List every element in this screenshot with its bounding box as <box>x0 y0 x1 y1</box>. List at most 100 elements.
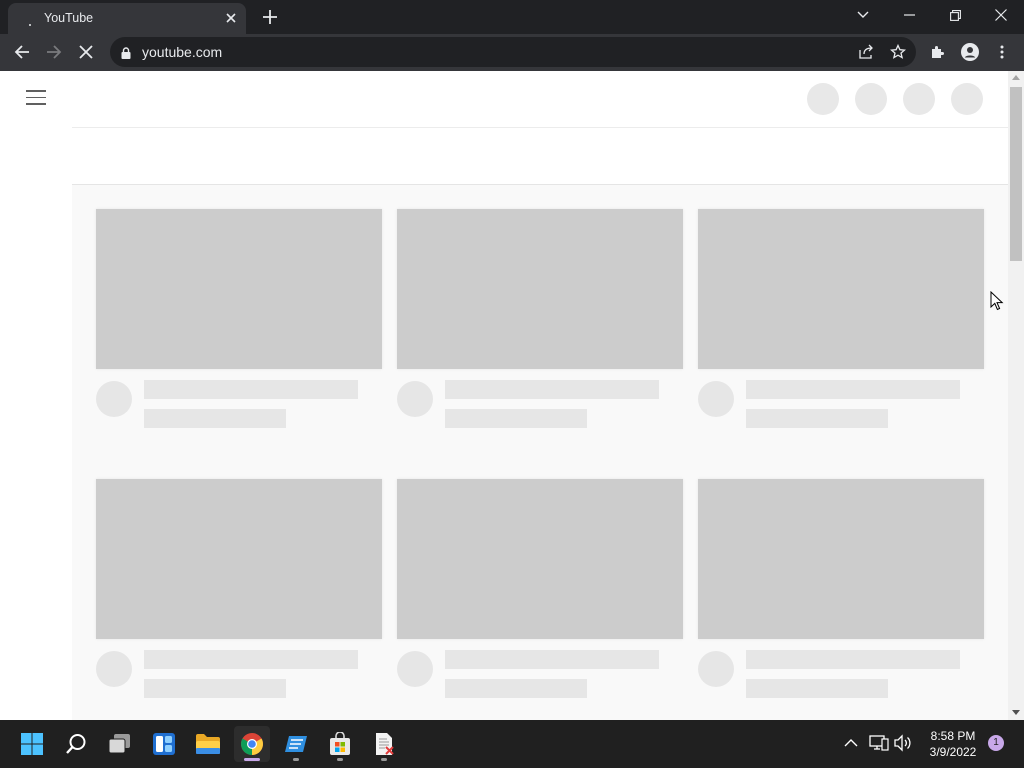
widgets-button[interactable] <box>146 726 182 762</box>
skeleton-title <box>746 380 960 399</box>
skeleton-avatar <box>397 381 433 417</box>
restore-icon <box>949 9 961 21</box>
tab-close-icon[interactable] <box>222 9 240 27</box>
scroll-down-arrow-icon[interactable] <box>1012 710 1020 715</box>
notepad-icon <box>285 736 307 752</box>
address-bar[interactable]: youtube.com <box>110 37 916 67</box>
skeleton-video-card <box>698 209 984 428</box>
skeleton-thumbnail <box>698 479 984 639</box>
notepad-button[interactable] <box>278 726 314 762</box>
volume-icon[interactable] <box>893 734 913 757</box>
youtube-page <box>0 71 1024 720</box>
task-view-icon <box>108 734 130 754</box>
url-text[interactable]: youtube.com <box>142 44 222 60</box>
skeleton-title <box>445 380 659 399</box>
star-icon[interactable] <box>889 43 907 65</box>
task-view-button[interactable] <box>102 726 138 762</box>
browser-titlebar: YouTube <box>0 0 1024 34</box>
skeleton-title <box>445 650 659 669</box>
hamburger-menu-icon[interactable] <box>26 90 46 106</box>
browser-toolbar: youtube.com <box>0 34 1024 71</box>
start-button[interactable] <box>14 726 50 762</box>
vertical-scrollbar[interactable] <box>1008 71 1024 720</box>
plus-icon <box>263 10 277 24</box>
chrome-taskbar-button[interactable] <box>234 726 270 762</box>
widgets-icon <box>153 733 175 755</box>
network-icon[interactable] <box>869 734 889 757</box>
chrome-menu-button[interactable] <box>992 42 1012 62</box>
skeleton-thumbnail <box>96 479 382 639</box>
skeleton-meta <box>746 679 888 698</box>
skeleton-meta <box>445 679 587 698</box>
notification-badge[interactable]: 1 <box>988 735 1004 751</box>
skeleton-avatar <box>96 651 132 687</box>
kebab-icon <box>1000 45 1004 59</box>
back-button[interactable] <box>8 38 36 66</box>
chrome-icon <box>241 733 263 755</box>
file-explorer-button[interactable] <box>190 726 226 762</box>
tab-search-button[interactable] <box>840 0 886 30</box>
skeleton-avatar <box>96 381 132 417</box>
skeleton-avatar <box>698 651 734 687</box>
running-app-indicator <box>293 758 299 761</box>
restore-button[interactable] <box>932 0 978 30</box>
clock-time: 8:58 PM <box>930 729 976 743</box>
share-icon[interactable] <box>858 44 874 65</box>
skeleton-title <box>144 650 358 669</box>
windows-logo-icon <box>21 733 43 755</box>
microsoft-store-button[interactable] <box>322 726 358 762</box>
minimize-icon <box>903 14 915 16</box>
loading-favicon-icon <box>22 14 38 30</box>
skeleton-meta <box>144 409 286 428</box>
skeleton-title <box>746 650 960 669</box>
scrollbar-thumb[interactable] <box>1010 87 1022 261</box>
close-window-button[interactable] <box>978 0 1024 30</box>
search-icon <box>66 734 86 754</box>
search-button[interactable] <box>58 726 94 762</box>
skeleton-thumbnail <box>96 209 382 369</box>
tab-title: YouTube <box>44 11 94 25</box>
lock-icon[interactable] <box>121 46 131 64</box>
clock-date: 3/9/2022 <box>929 745 977 759</box>
skeleton-video-card <box>397 209 683 428</box>
scroll-up-arrow-icon[interactable] <box>1012 75 1020 80</box>
forward-button[interactable] <box>40 38 68 66</box>
system-clock[interactable]: 8:58 PM 3/9/2022 <box>920 728 986 760</box>
active-app-indicator <box>244 758 260 761</box>
running-app-indicator <box>337 758 343 761</box>
skeleton-meta <box>445 409 587 428</box>
skeleton-video-card <box>96 479 382 698</box>
profile-button[interactable] <box>960 42 980 62</box>
skeleton-header-button <box>855 83 887 115</box>
skeleton-avatar <box>397 651 433 687</box>
skeleton-thumbnail <box>397 479 683 639</box>
minimize-button[interactable] <box>886 0 932 30</box>
skeleton-video-card <box>698 479 984 698</box>
document-icon <box>376 733 394 755</box>
puzzle-icon <box>932 46 944 58</box>
skeleton-thumbnail <box>698 209 984 369</box>
extensions-button[interactable] <box>928 42 948 62</box>
arrow-left-icon <box>14 45 29 59</box>
document-app-button[interactable] <box>366 726 402 762</box>
close-icon <box>79 45 93 59</box>
skeleton-feed <box>72 185 1008 720</box>
skeleton-avatar <box>698 381 734 417</box>
chevron-down-icon <box>857 11 869 18</box>
chevron-up-icon[interactable] <box>844 736 858 755</box>
tab-youtube[interactable]: YouTube <box>8 3 246 34</box>
skeleton-meta <box>746 409 888 428</box>
running-app-indicator <box>381 758 387 761</box>
skeleton-meta <box>144 679 286 698</box>
skeleton-header-button <box>951 83 983 115</box>
skeleton-thumbnail <box>397 209 683 369</box>
close-icon <box>995 9 1007 21</box>
windows-taskbar: 8:58 PM 3/9/2022 1 <box>0 720 1024 768</box>
folder-icon <box>196 734 220 754</box>
stop-loading-button[interactable] <box>72 38 100 66</box>
arrow-right-icon <box>47 45 62 59</box>
store-icon <box>330 732 350 755</box>
person-icon <box>961 43 979 61</box>
new-tab-button[interactable] <box>258 5 282 29</box>
skeleton-title <box>144 380 358 399</box>
